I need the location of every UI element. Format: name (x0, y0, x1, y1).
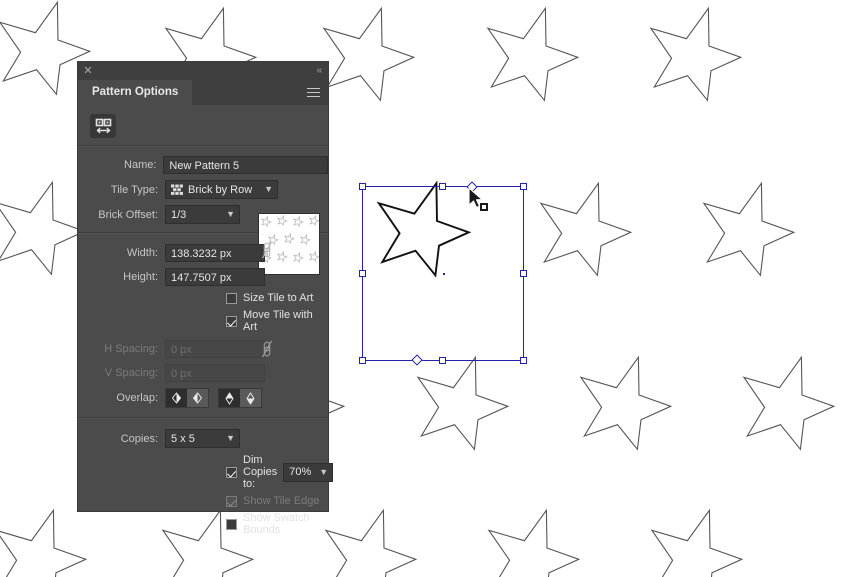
show-swatch-bounds-label: Show Swatch Bounds (243, 512, 310, 536)
pattern-star (416, 355, 510, 451)
show-swatch-bounds-checkbox[interactable] (226, 518, 237, 530)
show-tile-edge-label: Show Tile Edge (243, 495, 320, 507)
dim-copies-label: Dim Copies to: (243, 454, 278, 490)
pattern-star (650, 508, 744, 577)
pattern-star (649, 6, 743, 102)
preview-star (276, 214, 288, 227)
v-spacing-input[interactable]: 0 px (165, 364, 265, 382)
pattern-options-panel[interactable]: ✕ « Pattern Options Name: New Pattern 5 … (78, 62, 334, 536)
h-spacing-label: H Spacing: (104, 343, 158, 355)
overlap-label: Overlap: (116, 392, 158, 404)
pattern-tile-tool-icon[interactable] (90, 114, 116, 138)
brick-pattern-icon (171, 184, 183, 195)
width-row: Width: 138.3232 px (78, 244, 328, 262)
copies-select[interactable]: 5 x 5 ▼ (165, 429, 240, 448)
pattern-star (0, 0, 92, 96)
height-label: Height: (123, 271, 158, 283)
tile-width-input[interactable]: 138.3232 px (165, 244, 265, 262)
pattern-star (0, 180, 87, 276)
pattern-name-input[interactable]: New Pattern 5 (163, 156, 328, 174)
dim-copies-row: Dim Copies to: 70% ▼ (78, 454, 334, 490)
panel-tab-bar[interactable]: Pattern Options (78, 80, 328, 105)
preview-star (260, 215, 272, 228)
move-tile-with-art-label: Move Tile with Art (243, 309, 313, 333)
panel-body: Name: New Pattern 5 Tile Type: Brick by … (78, 105, 334, 536)
size-tile-to-art-checkbox[interactable] (226, 292, 237, 304)
broken-chain-link-icon[interactable] (260, 240, 274, 260)
copies-value: 5 x 5 (171, 432, 195, 445)
tile-center-point (443, 273, 445, 275)
tile-type-value: Brick by Row (188, 183, 253, 196)
overlap-bottom-in-front-button[interactable] (240, 389, 261, 407)
copies-row: Copies: 5 x 5 ▼ (78, 429, 328, 448)
overlap-row: Overlap: (78, 388, 328, 408)
h-spacing-input[interactable]: 0 px (165, 340, 265, 358)
double-chevron-left-icon[interactable]: « (316, 65, 321, 77)
h-spacing-row: H Spacing: 0 px (78, 340, 328, 358)
pattern-star (487, 508, 581, 577)
name-row: Name: New Pattern 5 (78, 156, 328, 174)
chevron-down-icon: ▼ (226, 433, 235, 443)
v-spacing-label: V Spacing: (104, 367, 158, 379)
dim-copies-checkbox[interactable] (226, 466, 237, 478)
move-tile-with-art-checkbox[interactable] (226, 315, 237, 327)
chevron-down-icon: ▼ (319, 466, 329, 477)
brick-offset-select[interactable]: 1/3 ▼ (165, 205, 240, 224)
pattern-star (324, 508, 418, 577)
tile-height-input[interactable]: 147.7507 px (165, 268, 265, 286)
name-label: Name: (124, 159, 157, 171)
brick-offset-value: 1/3 (171, 208, 187, 221)
width-label: Width: (126, 247, 158, 259)
overlap-top-in-front-button[interactable] (219, 389, 240, 407)
pattern-star (742, 355, 836, 451)
panel-title-bar[interactable]: ✕ « (78, 62, 328, 80)
close-icon[interactable]: ✕ (83, 66, 93, 77)
show-swatch-bounds-row: Show Swatch Bounds (78, 512, 328, 536)
chevron-down-icon: ▼ (264, 184, 273, 194)
pattern-star (322, 6, 416, 102)
preview-star (308, 214, 319, 227)
copies-label: Copies: (120, 432, 158, 445)
overlap-right-in-front-button[interactable] (187, 389, 208, 407)
tile-tool-row (78, 105, 328, 145)
pattern-star (376, 180, 472, 278)
pattern-star (486, 6, 580, 102)
overlap-left-in-front-button[interactable] (166, 389, 187, 407)
tile-type-label: Tile Type: (110, 183, 158, 196)
chevron-down-icon: ▼ (226, 209, 235, 219)
show-tile-edge-checkbox[interactable] (226, 495, 237, 507)
dim-copies-value: 70% (289, 466, 312, 478)
hamburger-menu-icon[interactable] (307, 88, 320, 98)
pattern-star (0, 508, 88, 577)
v-spacing-row: V Spacing: 0 px (78, 364, 328, 382)
pattern-star (702, 181, 796, 277)
tile-type-row: Tile Type: Brick by Row ▼ (78, 180, 328, 199)
broken-chain-link-icon[interactable] (260, 339, 274, 359)
preview-star (292, 215, 304, 228)
height-row: Height: 147.7507 px (78, 268, 328, 286)
brick-offset-label: Brick Offset: (98, 208, 158, 221)
dim-copies-select[interactable]: 70% ▼ (283, 462, 334, 482)
pattern-star (539, 181, 633, 277)
show-tile-edge-row: Show Tile Edge (78, 495, 328, 507)
move-tile-with-art-row: Move Tile with Art (78, 309, 328, 333)
overlap-button-group[interactable] (165, 388, 271, 408)
size-tile-to-art-row: Size Tile to Art (78, 292, 328, 304)
tab-pattern-options[interactable]: Pattern Options (78, 80, 193, 105)
pattern-star (579, 355, 673, 451)
size-tile-to-art-label: Size Tile to Art (243, 292, 314, 304)
tile-type-select[interactable]: Brick by Row ▼ (165, 180, 278, 199)
